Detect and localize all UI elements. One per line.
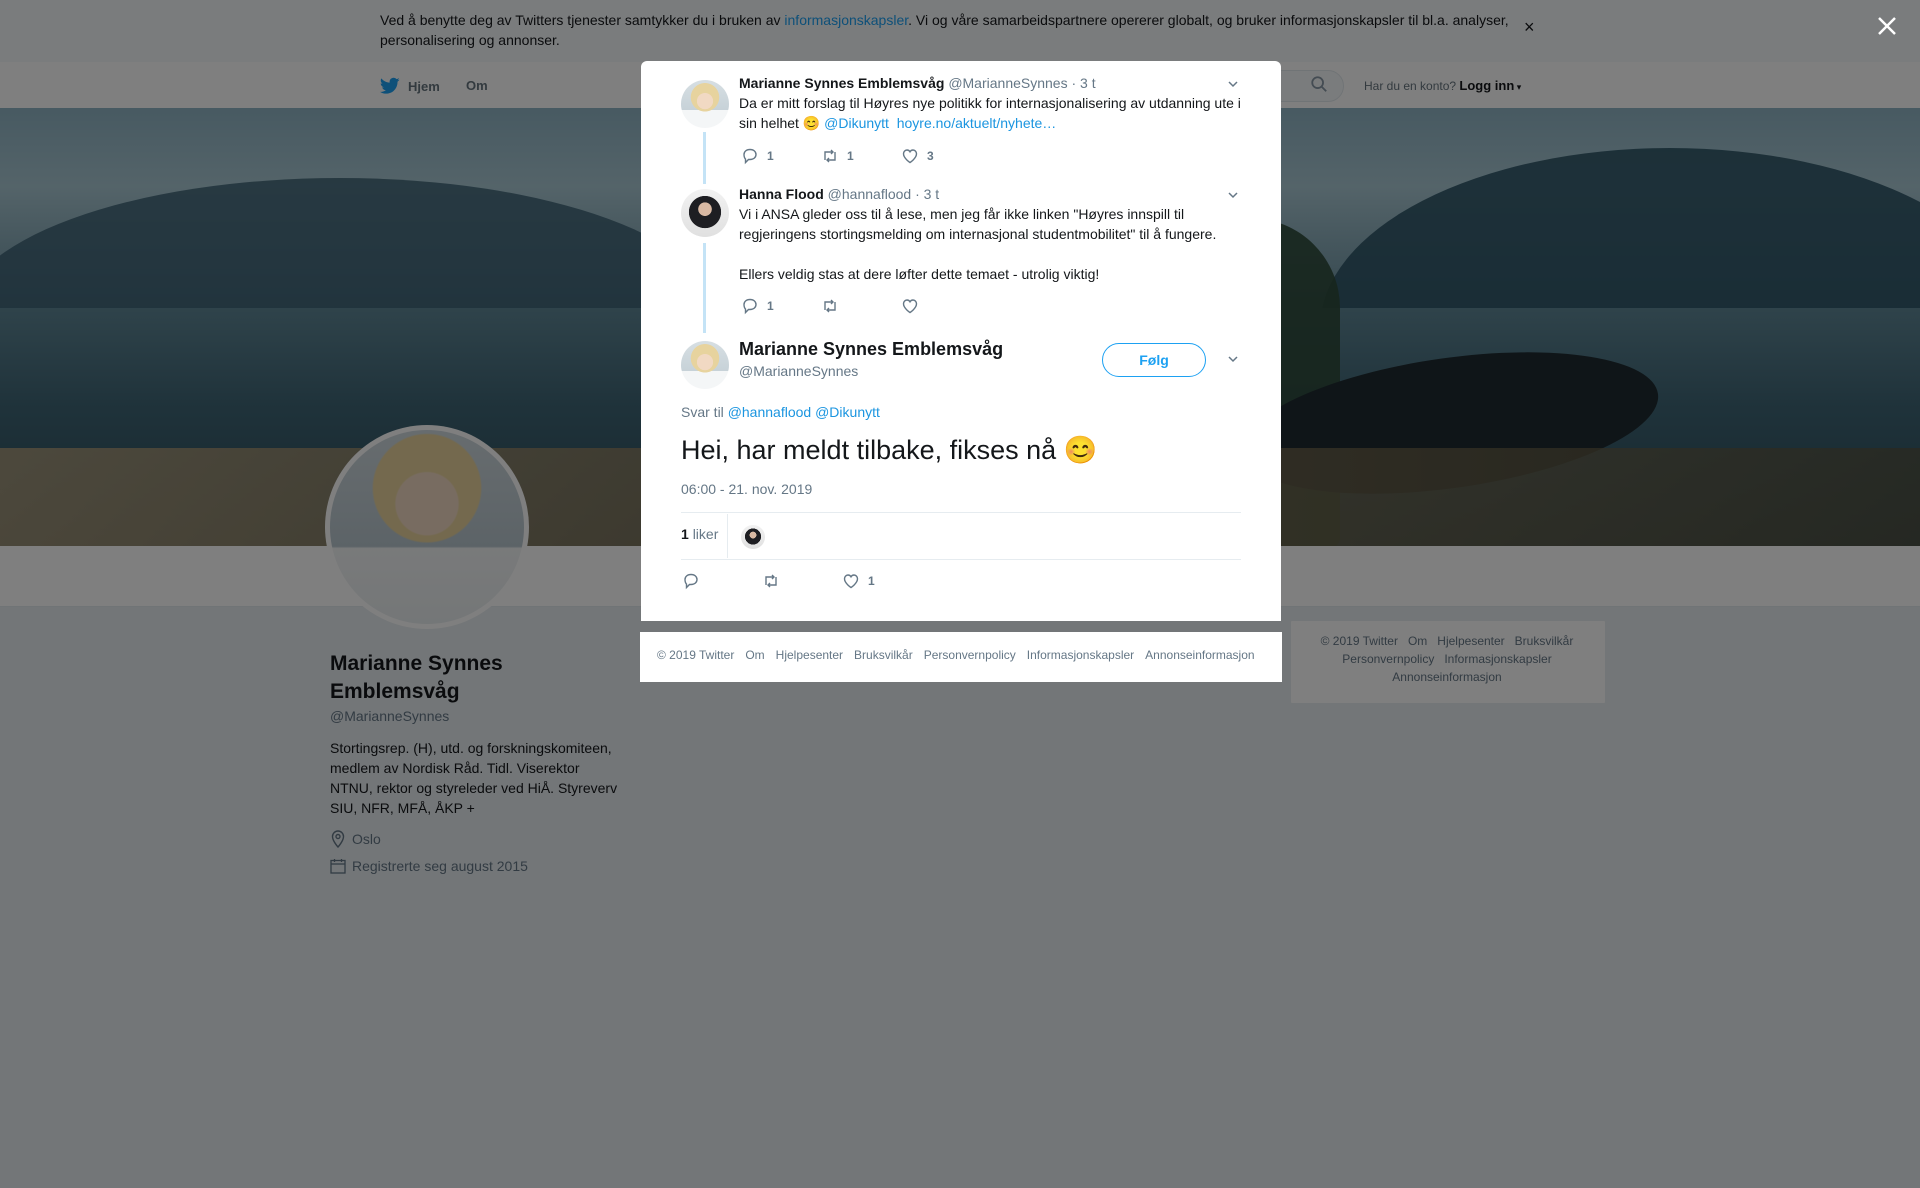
- modal-footer-links: © 2019 Twitter Om Hjelpesenter Bruksvilkår P…: [657, 648, 1266, 662]
- divider: [727, 514, 728, 558]
- divider: [681, 559, 1241, 560]
- liker-avatar[interactable]: [741, 525, 765, 549]
- tweet-header: Marianne Synnes Emblemsvåg @MarianneSynn…: [739, 74, 1096, 92]
- tweet-text-paragraph: Ellers veldig stas at dere løfter dette …: [739, 266, 1100, 282]
- tweet-link[interactable]: hoyre.no/aktuelt/nyhete…: [897, 115, 1057, 131]
- main-tweet-author-handle[interactable]: @MarianneSynnes: [739, 362, 858, 380]
- like-count: 3: [927, 149, 934, 163]
- heart-icon: [902, 149, 918, 164]
- tweet-header: Hanna Flood @hannaflood · 3 t: [739, 185, 939, 203]
- main-tweet-timestamp[interactable]: 06:00 - 21. nov. 2019: [681, 480, 812, 498]
- footer-about[interactable]: Om: [745, 648, 764, 662]
- reply-button[interactable]: 1: [741, 297, 821, 315]
- tweet-time[interactable]: · 3 t: [915, 186, 939, 202]
- like-count: 1: [868, 574, 875, 588]
- main-tweet-text: Hei, har meldt tilbake, fikses nå 😊: [681, 430, 1097, 470]
- reply-icon: [684, 573, 698, 590]
- reply-icon: [743, 148, 757, 165]
- footer-ads-info[interactable]: Annonseinformasjon: [1145, 648, 1254, 662]
- tweet-text: Da er mitt forslag til Høyres nye politi…: [739, 93, 1244, 133]
- reply-to-label: Svar til: [681, 404, 724, 420]
- footer-help[interactable]: Hjelpesenter: [776, 648, 843, 662]
- reply-count: 1: [767, 299, 774, 313]
- tweet-author-handle[interactable]: @MarianneSynnes: [948, 75, 1067, 91]
- footer-cookies[interactable]: Informasjonskapsler: [1027, 648, 1134, 662]
- tweet-actions: 1 1 3: [741, 147, 981, 165]
- reply-to-mention[interactable]: @hannaflood: [728, 404, 812, 420]
- like-button[interactable]: [901, 297, 981, 315]
- reply-count: 1: [767, 149, 774, 163]
- retweet-icon: [765, 574, 777, 588]
- retweet-button[interactable]: 1: [821, 147, 901, 165]
- retweet-count: 1: [847, 149, 854, 163]
- retweet-icon: [824, 149, 836, 163]
- chevron-down-icon[interactable]: [1227, 189, 1239, 201]
- likes-summary[interactable]: 1 liker: [681, 524, 718, 544]
- footer-terms[interactable]: Bruksvilkår: [854, 648, 913, 662]
- tweet-text: Vi i ANSA gleder oss til å lese, men jeg…: [739, 204, 1244, 284]
- reply-button[interactable]: [682, 572, 762, 590]
- reply-to-mention[interactable]: @Dikunytt: [815, 404, 880, 420]
- tweet-text-paragraph: Vi i ANSA gleder oss til å lese, men jeg…: [739, 206, 1217, 242]
- tweet-mention[interactable]: @Dikunytt: [824, 115, 889, 131]
- retweet-button[interactable]: [821, 297, 901, 315]
- likes-summary-label: liker: [692, 526, 719, 542]
- retweet-icon: [824, 299, 836, 313]
- like-button[interactable]: 3: [901, 147, 981, 165]
- main-tweet-actions: 1: [682, 572, 922, 590]
- avatar[interactable]: [681, 189, 729, 237]
- footer-privacy[interactable]: Personvernpolicy: [924, 648, 1016, 662]
- heart-icon: [902, 299, 918, 314]
- tweet-author-handle[interactable]: @hannaflood: [828, 186, 912, 202]
- reply-icon: [743, 298, 757, 315]
- chevron-down-icon[interactable]: [1227, 353, 1239, 365]
- tweet-author-name[interactable]: Marianne Synnes Emblemsvåg: [739, 75, 944, 91]
- retweet-button[interactable]: [762, 572, 842, 590]
- reply-button[interactable]: 1: [741, 147, 821, 165]
- like-button[interactable]: 1: [842, 572, 922, 590]
- close-icon[interactable]: [1873, 12, 1901, 40]
- chevron-down-icon[interactable]: [1227, 78, 1239, 90]
- smile-emoji-icon: 😊: [802, 115, 821, 131]
- main-tweet-text-content: Hei, har meldt tilbake, fikses nå: [681, 435, 1057, 465]
- thread-connector: [703, 243, 706, 333]
- smile-emoji-icon: 😊: [1063, 435, 1098, 465]
- avatar[interactable]: [681, 80, 729, 128]
- footer-copyright: © 2019 Twitter: [657, 648, 735, 662]
- tweet-time[interactable]: · 3 t: [1071, 75, 1095, 91]
- reply-to-line: Svar til @hannaflood @Dikunytt: [681, 403, 880, 421]
- follow-button[interactable]: Følg: [1102, 343, 1206, 377]
- avatar[interactable]: [681, 341, 729, 389]
- tweet-author-name[interactable]: Hanna Flood: [739, 186, 824, 202]
- thread-connector: [703, 132, 706, 184]
- main-tweet-author-name[interactable]: Marianne Synnes Emblemsvåg: [739, 338, 1003, 360]
- tweet-actions: 1: [741, 297, 981, 315]
- heart-icon: [843, 574, 859, 589]
- likes-summary-count: 1: [681, 526, 689, 542]
- divider: [681, 512, 1241, 513]
